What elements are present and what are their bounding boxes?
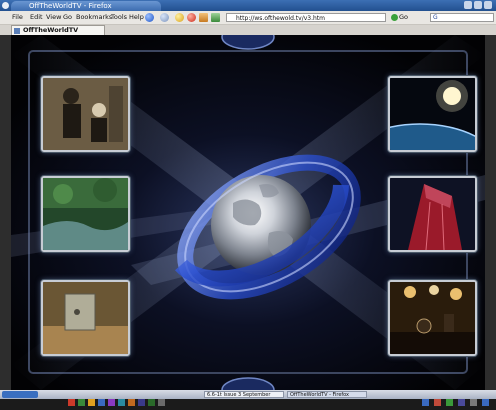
maximize-icon[interactable] (474, 1, 482, 9)
window-title: OffTheWorldTV - Firefox (11, 1, 161, 11)
stop-icon[interactable] (187, 13, 196, 22)
search-field[interactable]: G (430, 13, 494, 22)
concert-stage-image (390, 282, 475, 354)
menu-toolbar: File Edit View Go Bookmarks Tools Help h… (0, 11, 496, 25)
menu-tools[interactable]: Tools (111, 11, 127, 24)
forward-icon[interactable] (160, 13, 169, 22)
go-arrow-icon (391, 13, 398, 21)
page-content (11, 35, 485, 390)
skyscraper-image (390, 178, 475, 250)
menu-view[interactable]: View (46, 11, 61, 24)
title-bar: OffTheWorldTV - Firefox (0, 0, 496, 11)
left-frame-border (0, 35, 11, 390)
window-menu-icon[interactable] (2, 2, 9, 9)
go-label: Go (399, 13, 409, 21)
thumb-skyscraper[interactable] (388, 176, 477, 252)
forest-stream-image (43, 178, 128, 250)
favicon-icon (14, 28, 20, 34)
taskbar: 6.6-1t Issue 3 September OffTheWorldTV -… (0, 390, 496, 406)
close-icon[interactable] (484, 1, 492, 9)
right-frame-border (485, 35, 496, 390)
menu-file[interactable]: File (12, 11, 23, 24)
url-field[interactable]: http://ws.ofthewold.tv/v3.htm (226, 13, 386, 22)
thumb-vault-room[interactable] (41, 280, 130, 356)
silent-film-image (43, 78, 128, 150)
system-tray (420, 391, 494, 406)
taskbar-item-document[interactable]: 6.6-1t Issue 3 September (204, 391, 284, 398)
home-icon[interactable] (199, 13, 208, 22)
reload-icon[interactable] (175, 13, 184, 22)
menu-go[interactable]: Go (63, 11, 72, 24)
tab-strip: OffTheWorldTV (0, 25, 496, 35)
vault-room-image (43, 282, 128, 354)
search-engine-label: G (433, 14, 438, 21)
go-button[interactable]: Go (391, 12, 408, 23)
start-button[interactable] (2, 391, 38, 398)
thumb-planet-sun[interactable] (388, 76, 477, 152)
minimize-icon[interactable] (464, 1, 472, 9)
quick-launch-icons (60, 391, 200, 406)
window-title-text: OffTheWorldTV - Firefox (29, 2, 112, 10)
tab-label: OffTheWorldTV (23, 26, 79, 34)
taskbar-item-firefox-label: OffTheWorldTV - Firefox (290, 392, 350, 398)
thumb-forest-stream[interactable] (41, 176, 130, 252)
menu-bookmarks[interactable]: Bookmarks (76, 11, 112, 24)
thumb-concert-stage[interactable] (388, 280, 477, 356)
menu-help[interactable]: Help (129, 11, 144, 24)
planet-sun-image (390, 78, 475, 150)
bookmark-icon[interactable] (211, 13, 220, 22)
url-text: http://ws.ofthewold.tv/v3.htm (236, 15, 326, 22)
menu-edit[interactable]: Edit (30, 11, 43, 24)
back-icon[interactable] (145, 13, 154, 22)
thumb-silent-film[interactable] (41, 76, 130, 152)
tab-offtheworldtv[interactable]: OffTheWorldTV (11, 25, 105, 35)
taskbar-item-firefox[interactable]: OffTheWorldTV - Firefox (287, 391, 367, 398)
taskbar-item-document-label: 6.6-1t Issue 3 September (207, 392, 271, 398)
